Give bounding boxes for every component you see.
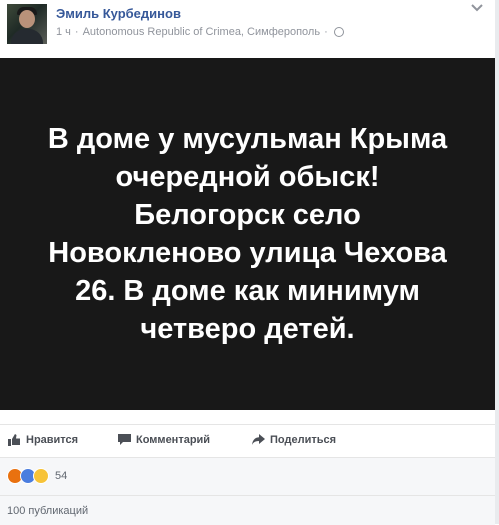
reactions-bar: 54: [0, 457, 495, 496]
reactions-summary[interactable]: 54: [7, 468, 67, 484]
reaction-count[interactable]: 54: [55, 470, 67, 482]
globe-icon[interactable]: [333, 27, 344, 37]
post-time[interactable]: 1 ч: [56, 26, 71, 38]
share-button[interactable]: Поделиться: [252, 434, 336, 446]
share-label: Поделиться: [270, 434, 337, 446]
post-header: Эмиль Курбединов 1 ч · Autonomous Republ…: [0, 0, 499, 55]
meta-separator-2: ·: [324, 26, 328, 38]
image-text-line: очередной обыск!: [115, 161, 380, 193]
image-text-line: 26. В доме как минимум: [75, 275, 420, 307]
author-avatar[interactable]: [7, 4, 47, 44]
scroll-edge: [495, 0, 499, 524]
like-button[interactable]: Нравится: [8, 434, 78, 446]
post-actions: Нравится Комментарий Поделиться: [0, 424, 495, 455]
comment-icon: [118, 434, 131, 445]
image-text: В доме у мусульман Крыма очередной обыск…: [0, 120, 495, 348]
image-text-line: Белогорск село: [134, 199, 361, 231]
post-image[interactable]: В доме у мусульман Крыма очередной обыск…: [0, 58, 495, 410]
meta-separator: ·: [74, 26, 79, 38]
shares-bar: 100 публикаций: [0, 495, 495, 525]
share-icon: [252, 434, 265, 445]
author-name[interactable]: Эмиль Курбединов: [56, 6, 181, 21]
like-label: Нравится: [26, 434, 79, 446]
thumbs-up-icon: [8, 434, 20, 446]
share-count[interactable]: 100 публикаций: [7, 505, 88, 517]
image-text-line: Новокленово улица Чехова: [48, 237, 447, 269]
comment-button[interactable]: Комментарий: [118, 434, 210, 446]
post-location[interactable]: Autonomous Republic of Crimea, Симферопо…: [83, 26, 321, 38]
image-text-line: В доме у мусульман Крыма: [47, 123, 448, 155]
feed-post: Эмиль Курбединов 1 ч · Autonomous Republ…: [0, 0, 499, 525]
image-text-line: четверо детей.: [140, 313, 355, 345]
post-meta: 1 ч · Autonomous Republic of Crimea, Сим…: [56, 26, 344, 38]
comment-label: Комментарий: [136, 434, 211, 446]
sad-reaction-icon: [33, 468, 49, 484]
chevron-down-icon[interactable]: [470, 2, 484, 14]
